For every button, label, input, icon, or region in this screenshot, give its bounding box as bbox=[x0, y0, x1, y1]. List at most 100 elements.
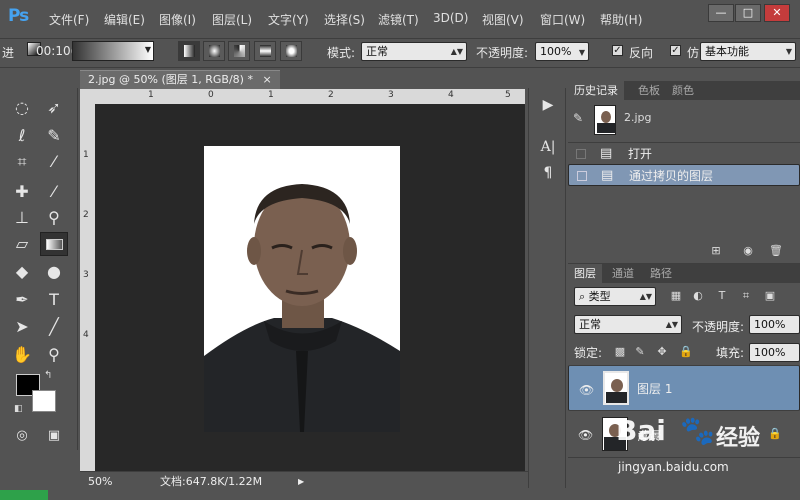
menu-view[interactable]: 视图(V) bbox=[482, 11, 524, 28]
background-color-swatch[interactable] bbox=[32, 390, 56, 412]
menu-edit[interactable]: 编辑(E) bbox=[104, 11, 145, 28]
layer-opacity-value: 100% bbox=[754, 318, 786, 331]
dodge-tool-icon[interactable]: ● bbox=[40, 260, 68, 284]
blur-tool-icon[interactable]: ◆ bbox=[8, 260, 36, 284]
fill-value: 100% bbox=[754, 346, 786, 359]
tab-paths[interactable]: 路径 bbox=[644, 264, 678, 283]
trash-icon[interactable]: 🗑 bbox=[768, 244, 784, 258]
lock-position-icon[interactable]: ✥ bbox=[654, 345, 670, 359]
clone-stamp-tool-icon[interactable]: ⊥ bbox=[8, 206, 36, 230]
gradient-picker[interactable]: ▼ bbox=[72, 41, 154, 61]
status-menu-icon[interactable]: ▶ bbox=[298, 472, 304, 491]
history-item[interactable]: ▤ 通过拷贝的图层 bbox=[568, 164, 800, 186]
document-icon: ▤ bbox=[601, 168, 614, 183]
menu-window[interactable]: 窗口(W) bbox=[540, 11, 585, 28]
layer-opacity-input[interactable]: 100% bbox=[749, 315, 800, 334]
menu-layer[interactable]: 图层(L) bbox=[212, 11, 252, 28]
document-tab[interactable]: 2.jpg @ 50% (图层 1, RGB/8) * × bbox=[80, 70, 280, 89]
diamond-gradient-button[interactable] bbox=[280, 41, 302, 61]
zoom-tool-icon[interactable]: ⚲ bbox=[40, 343, 68, 367]
menu-bar: Ps 文件(F) 编辑(E) 图像(I) 图层(L) 文字(Y) 选择(S) 滤… bbox=[0, 0, 800, 38]
actions-panel-icon[interactable]: ▶ bbox=[535, 94, 561, 116]
type-filter-icon[interactable]: T bbox=[714, 289, 730, 303]
smart-object-filter-icon[interactable]: ▣ bbox=[762, 289, 778, 303]
hand-tool-icon[interactable]: ✋ bbox=[8, 343, 36, 367]
history-panel-tabs: 历史记录 色板 颜色 bbox=[568, 81, 800, 100]
menu-image[interactable]: 图像(I) bbox=[159, 11, 196, 28]
history-brush-tool-icon[interactable]: ⚲ bbox=[40, 206, 68, 230]
menu-filter[interactable]: 滤镜(T) bbox=[378, 11, 419, 28]
menu-type[interactable]: 文字(Y) bbox=[268, 11, 309, 28]
document-image[interactable] bbox=[204, 146, 400, 432]
blend-mode-select[interactable]: 正常 ▲▼ bbox=[574, 315, 682, 334]
dither-checkbox[interactable]: ✓ bbox=[670, 45, 681, 56]
menu-3d[interactable]: 3D(D) bbox=[433, 11, 468, 25]
menu-file[interactable]: 文件(F) bbox=[49, 11, 89, 28]
ruler-label: 5 bbox=[505, 90, 511, 100]
camera-icon[interactable]: ◉ bbox=[740, 244, 756, 258]
layer-name[interactable]: 图层 1 bbox=[637, 381, 672, 398]
close-tab-icon[interactable]: × bbox=[262, 73, 271, 86]
pixel-layer-filter-icon[interactable]: ▦ bbox=[668, 289, 684, 303]
opacity-input[interactable]: 100% ▼ bbox=[535, 42, 589, 61]
menu-help[interactable]: 帮助(H) bbox=[600, 11, 642, 28]
reverse-checkbox[interactable]: ✓ bbox=[612, 45, 623, 56]
quick-mask-icon[interactable]: ◎ bbox=[8, 424, 36, 448]
tab-swatches[interactable]: 色板 bbox=[632, 81, 666, 100]
mode-select[interactable]: 正常 ▲▼ bbox=[361, 42, 467, 61]
gradient-tool-icon[interactable] bbox=[40, 232, 68, 256]
lasso-tool-icon[interactable]: ℓ bbox=[8, 124, 36, 148]
marquee-tool-icon[interactable]: ◌ bbox=[8, 96, 36, 120]
chevron-down-icon: ▲▼ bbox=[639, 292, 652, 301]
menu-select[interactable]: 选择(S) bbox=[324, 11, 365, 28]
close-button[interactable]: ✕ bbox=[764, 4, 790, 22]
quick-select-tool-icon[interactable]: ✎ bbox=[40, 124, 68, 148]
lock-transparent-icon[interactable]: ▩ bbox=[612, 345, 628, 359]
angle-gradient-button[interactable] bbox=[228, 41, 250, 61]
watermark: Bai 🐾 经验 jingyan.baidu.com bbox=[612, 402, 798, 486]
minimize-button[interactable]: — bbox=[708, 4, 734, 22]
tab-channels[interactable]: 通道 bbox=[606, 264, 640, 283]
mode-value: 正常 bbox=[366, 45, 388, 58]
lock-all-icon[interactable]: 🔒 bbox=[678, 345, 694, 359]
watermark-suffix: 经验 bbox=[716, 426, 761, 451]
history-brush-source-icon[interactable]: ✎ bbox=[573, 111, 583, 125]
adjustment-filter-icon[interactable]: ◐ bbox=[690, 289, 706, 303]
healing-brush-tool-icon[interactable]: ✚ bbox=[8, 180, 36, 204]
line-tool-icon[interactable]: ╱ bbox=[40, 315, 68, 339]
screen-mode-icon[interactable]: ▣ bbox=[40, 424, 68, 448]
radial-gradient-button[interactable] bbox=[203, 41, 225, 61]
eyedropper-tool-icon[interactable]: ⁄ bbox=[40, 150, 68, 174]
maximize-button[interactable]: □ bbox=[735, 4, 761, 22]
move-tool-icon[interactable]: ➶ bbox=[40, 96, 68, 120]
zoom-level[interactable]: 50% bbox=[88, 472, 112, 491]
brush-tool-icon[interactable]: ⁄ bbox=[40, 180, 68, 204]
snapshot-name[interactable]: 2.jpg bbox=[624, 111, 652, 124]
eye-icon[interactable]: 👁 bbox=[579, 382, 594, 399]
fill-input[interactable]: 100% bbox=[749, 343, 800, 362]
shape-filter-icon[interactable]: ⌗ bbox=[738, 289, 754, 303]
layer-filter-select[interactable]: ⌕ 类型 ▲▼ bbox=[574, 287, 656, 306]
path-selection-tool-icon[interactable]: ➤ bbox=[8, 315, 36, 339]
crop-tool-icon[interactable]: ⌗ bbox=[8, 150, 36, 174]
new-document-from-state-icon[interactable]: ⊞ bbox=[708, 244, 724, 258]
linear-gradient-button[interactable] bbox=[178, 41, 200, 61]
lock-image-icon[interactable]: ✎ bbox=[632, 345, 648, 359]
eye-icon[interactable]: 👁 bbox=[578, 428, 593, 442]
swap-colors-icon[interactable]: ↰ bbox=[44, 370, 52, 381]
tab-layers[interactable]: 图层 bbox=[568, 264, 602, 283]
paragraph-panel-icon[interactable]: ¶ bbox=[535, 162, 561, 184]
tab-history[interactable]: 历史记录 bbox=[568, 81, 624, 100]
workspace-select[interactable]: 基本功能 ▼ bbox=[700, 42, 796, 61]
ruler-label: 3 bbox=[388, 90, 394, 100]
ruler-label: 4 bbox=[448, 90, 454, 100]
history-item[interactable]: ▤ 打开 bbox=[568, 142, 800, 164]
reflected-gradient-button[interactable] bbox=[254, 41, 276, 61]
pen-tool-icon[interactable]: ✒ bbox=[8, 288, 36, 312]
eraser-tool-icon[interactable]: ▱ bbox=[8, 232, 36, 256]
default-colors-icon[interactable]: ◧ bbox=[14, 404, 23, 414]
character-panel-icon[interactable]: A| bbox=[535, 136, 561, 158]
type-tool-icon[interactable]: T bbox=[40, 288, 68, 312]
snapshot-thumbnail[interactable] bbox=[594, 105, 616, 135]
tab-color[interactable]: 颜色 bbox=[666, 81, 700, 100]
